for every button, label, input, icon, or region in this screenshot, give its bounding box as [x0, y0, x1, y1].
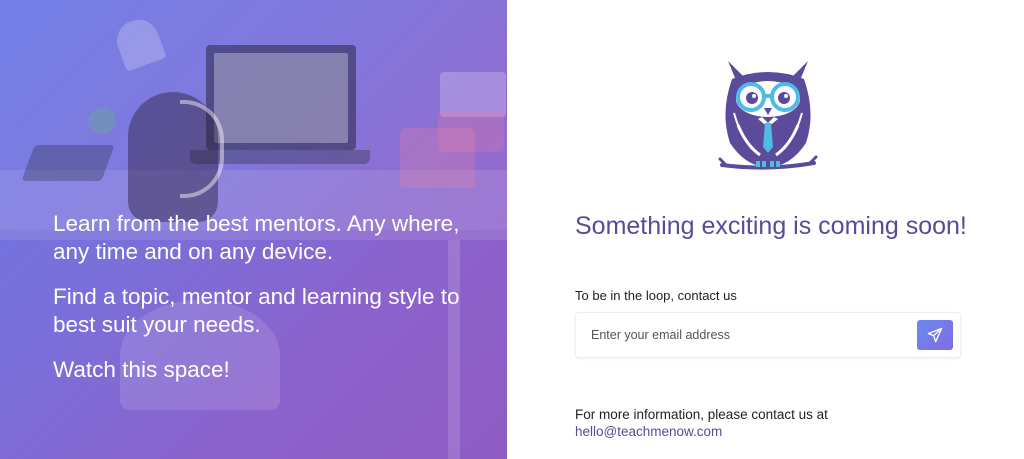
hero-line-watch: Watch this space! — [53, 357, 230, 382]
page-headline: Something exciting is coming soon! — [575, 212, 967, 240]
subscribe-form — [575, 312, 961, 358]
hero-line-topic: Find a topic, mentor and learning style … — [53, 284, 460, 337]
owl-logo-icon — [718, 61, 818, 170]
hero-line-mentors: Learn from the best mentors. Any where, … — [53, 211, 460, 264]
hero-text: Learn from the best mentors. Any where, … — [53, 210, 473, 401]
contact-info-text: For more information, please contact us … — [575, 407, 828, 422]
contact-email-link[interactable]: hello@teachmenow.com — [575, 424, 722, 439]
hero-panel: Learn from the best mentors. Any where, … — [0, 0, 507, 459]
paper-plane-icon — [927, 327, 943, 343]
email-input[interactable] — [576, 313, 911, 357]
subscribe-label: To be in the loop, contact us — [575, 288, 737, 303]
send-button[interactable] — [917, 320, 953, 350]
content-panel: Something exciting is coming soon! To be… — [507, 0, 1024, 459]
